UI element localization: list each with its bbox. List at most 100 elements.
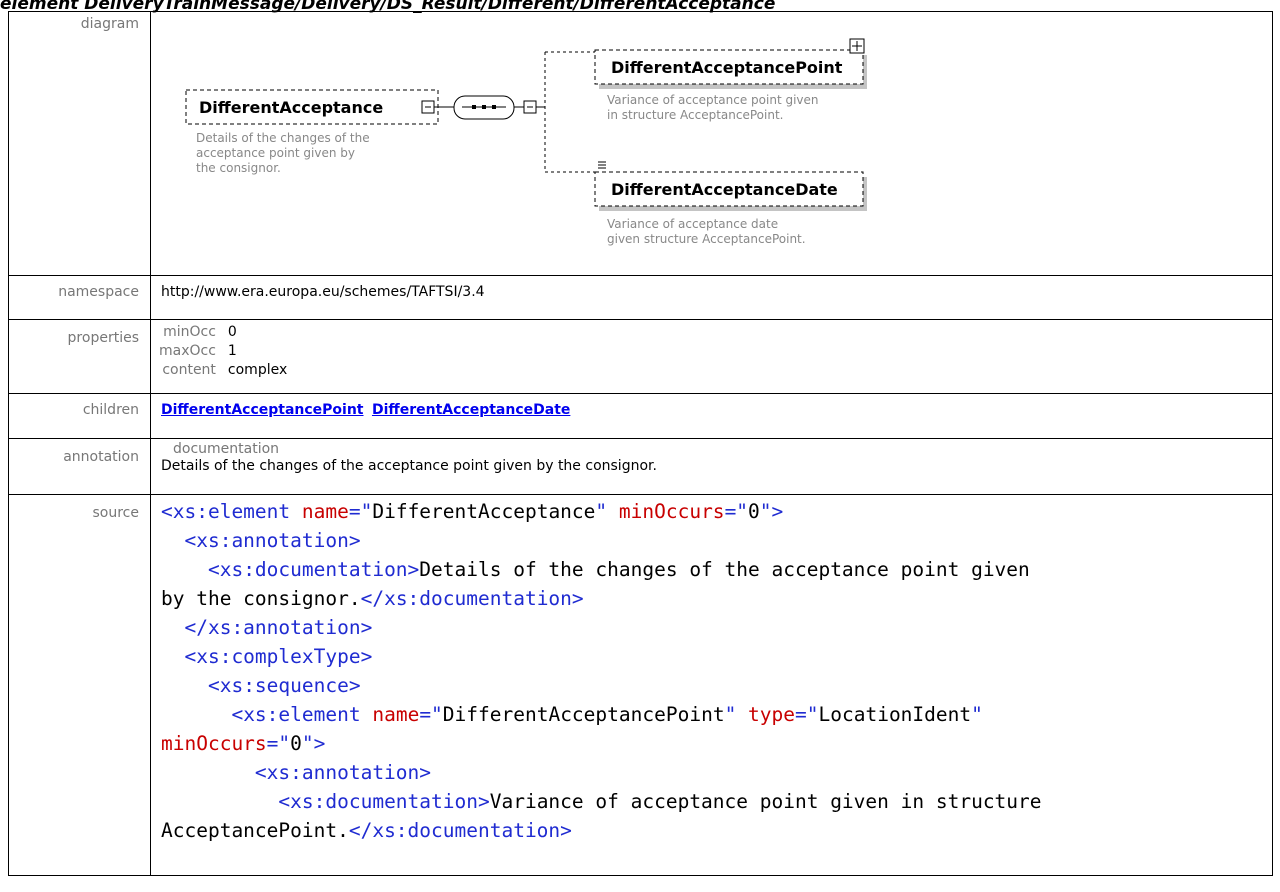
source-token: minOccurs [618,500,725,523]
sequence-collapse-icon[interactable] [523,100,537,114]
source-token [161,674,208,697]
source-token [161,790,278,813]
child-date-name: DifferentAcceptanceDate [611,180,838,199]
source-token: <xs:documentation> [207,558,420,581]
source-line: minOccurs="0"> [161,729,1272,758]
annotation-key: documentation [173,441,280,457]
source-token: =" [348,500,373,523]
source-line: <xs:annotation> [161,758,1272,787]
namespace-value: http://www.era.europa.eu/schemes/TAFTSI/… [150,275,1273,320]
source-token [161,616,184,639]
source-token: "> [301,732,326,755]
properties-row: properties minOcc 0 maxOcc 1 content com… [8,319,1273,394]
source-token: </xs:documentation> [348,819,572,842]
property-key: minOcc [163,324,216,340]
annotation-text: Details of the changes of the acceptance… [161,458,657,474]
source-token: =" [419,703,443,726]
source-token: " [724,703,749,726]
sequence-icon [453,95,515,120]
child-point-doc-line: Variance of acceptance point given [607,93,819,107]
property-key: content [162,362,216,378]
source-token: Variance of acceptance point given in st… [489,790,1042,813]
source-line: <xs:documentation>Variance of acceptance… [161,787,1272,816]
properties-table: minOcc 0 maxOcc 1 content complex [151,322,289,381]
source-token: =" [795,703,819,726]
source-token: minOccurs [161,732,267,755]
simple-content-icon [598,161,606,169]
root-element-box[interactable]: DifferentAcceptance [185,89,439,125]
source-token: <xs:annotation> [184,529,361,552]
element-doc-table: diagram DifferentAcceptance DifferentAcc… [8,11,1273,876]
source-token: </xs:documentation> [360,587,584,610]
child-point-doc-line: in structure AcceptancePoint. [607,108,783,122]
child-point-expand-icon[interactable] [849,38,865,54]
source-token: 0 [290,732,302,755]
source-row: source <xs:element name="DifferentAccept… [8,494,1273,876]
source-token: " [971,703,983,726]
child-date-doc-line: Variance of acceptance date [607,217,778,231]
source-token: <xs:annotation> [254,761,432,784]
source-line: by the consignor.</xs:documentation> [161,584,1272,613]
root-doc-line: the consignor. [196,161,281,175]
source-token: 0 [748,500,760,523]
child-date-doc-line: given structure AcceptancePoint. [607,232,806,246]
source-line: <xs:annotation> [161,526,1272,555]
source-token [161,703,231,726]
property-value: complex [227,362,288,378]
source-line: <xs:complexType> [161,642,1272,671]
property-key: maxOcc [159,343,216,359]
child-element-box-date[interactable]: DifferentAcceptanceDate [594,171,867,211]
children-row: children DifferentAcceptancePoint Differ… [8,393,1273,439]
source-token: Details of the changes of the acceptance… [419,558,1030,581]
source-token: =" [266,732,291,755]
property-value: 1 [227,343,237,359]
properties-label: properties [8,319,151,394]
children-label: children [8,393,151,439]
source-token: AcceptancePoint. [161,819,349,842]
source-token [161,529,184,552]
diagram-cell: DifferentAcceptance DifferentAcceptanceP… [150,11,1273,276]
child-element-box-point[interactable]: DifferentAcceptancePoint [594,49,867,89]
source-token: <xs:element [161,500,302,523]
property-value: 0 [227,324,237,340]
root-doc-line: acceptance point given by [196,146,355,160]
source-token: DifferentAcceptance [372,500,596,523]
source-cell: <xs:element name="DifferentAcceptance" m… [150,494,1273,876]
child-link-date[interactable]: DifferentAcceptanceDate [372,402,570,418]
annotation-row: annotation documentation Details of the … [8,438,1273,495]
source-token: " [595,500,619,523]
source-token: DifferentAcceptancePoint [442,703,725,726]
root-doc-line: Details of the changes of the [196,131,370,145]
property-row: minOcc 0 [159,324,287,341]
source-line: AcceptancePoint.</xs:documentation> [161,816,1272,845]
source-token: </xs:annotation> [184,616,373,639]
source-token [161,761,255,784]
annotation-cell: documentation Details of the changes of … [150,438,1273,495]
source-token: <xs:sequence> [207,674,361,697]
source-token: name [372,703,420,726]
properties-cell: minOcc 0 maxOcc 1 content complex [150,319,1273,394]
source-line: <xs:element name="DifferentAcceptancePoi… [161,700,1272,729]
property-row: maxOcc 1 [159,343,287,360]
child-point-name: DifferentAcceptancePoint [611,58,843,77]
source-token: by the consignor. [161,587,361,610]
diagram-label: diagram [8,11,151,276]
root-element-name: DifferentAcceptance [199,98,383,117]
source-token: type [748,703,796,726]
diagram-row: diagram DifferentAcceptance DifferentAcc… [8,11,1273,276]
root-collapse-icon[interactable] [421,100,435,114]
source-token [161,558,208,581]
source-token [161,645,184,668]
source-line: <xs:documentation>Details of the changes… [161,555,1272,584]
source-token: <xs:documentation> [278,790,490,813]
source-token: name [301,500,349,523]
schema-diagram: DifferentAcceptance DifferentAcceptanceP… [185,38,867,246]
source-token: <xs:element [231,703,373,726]
namespace-label: namespace [8,275,151,320]
annotation-label: annotation [8,438,151,495]
namespace-row: namespace http://www.era.europa.eu/schem… [8,275,1273,320]
child-link-point[interactable]: DifferentAcceptancePoint [161,402,364,418]
source-code: <xs:element name="DifferentAcceptance" m… [161,495,1272,845]
source-label: source [8,494,151,876]
source-line: <xs:sequence> [161,671,1272,700]
